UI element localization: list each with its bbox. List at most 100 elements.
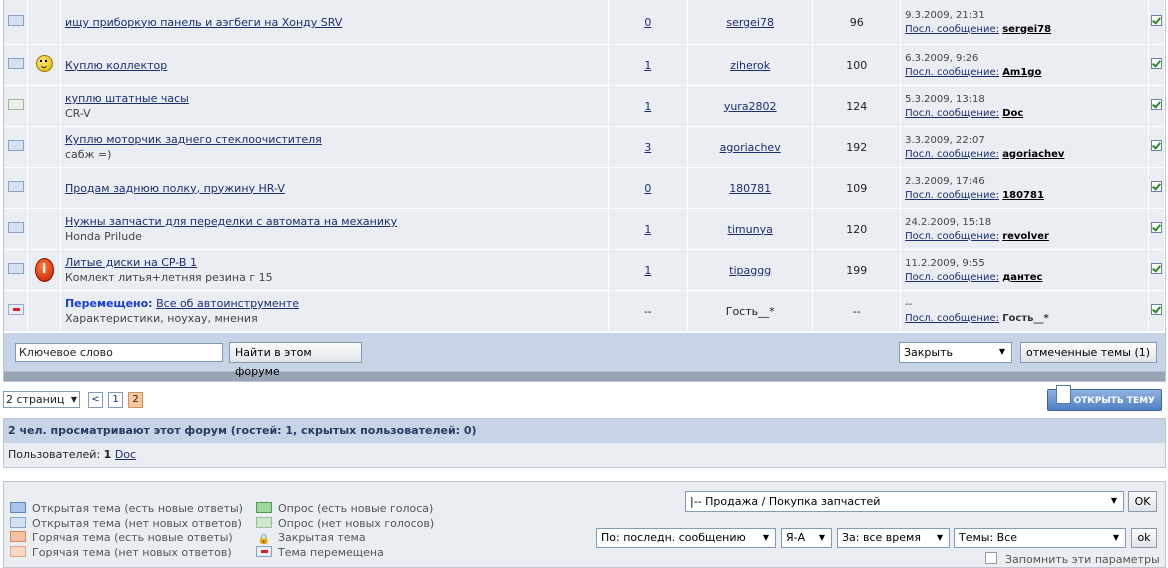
page-2-current: 2 bbox=[128, 392, 143, 408]
author-link[interactable]: timunya bbox=[728, 223, 773, 236]
forum-jump-value: |-- Продажа / Покупка запчастей bbox=[690, 495, 881, 508]
last-post-line: Посл. сообщение: 180781 bbox=[905, 190, 1144, 201]
last-post-link[interactable]: Посл. сообщение: bbox=[905, 313, 999, 324]
last-post-line: Посл. сообщение: Am1go bbox=[905, 67, 1144, 78]
last-post-date: 24.2.2009, 15:18 bbox=[905, 216, 992, 228]
new-document-icon bbox=[1056, 385, 1071, 404]
topic-icon-cell bbox=[27, 208, 61, 250]
author-link[interactable]: 180781 bbox=[729, 182, 771, 195]
topic-icon-cell bbox=[27, 167, 61, 209]
pages-dropdown[interactable]: 2 страниц ▼ bbox=[3, 391, 80, 408]
forum-jump-ok-button[interactable]: OK bbox=[1128, 491, 1157, 512]
moderation-action-value: Закрыть bbox=[904, 346, 953, 359]
replies-link[interactable]: 3 bbox=[644, 141, 651, 154]
views-cell: 109 bbox=[812, 167, 902, 209]
topic-title-cell: Продам заднюю полку, пружину HR-V bbox=[60, 167, 609, 209]
last-post-user-link[interactable]: sergei78 bbox=[1002, 24, 1051, 35]
last-post-link[interactable]: Посл. сообщение: bbox=[905, 108, 999, 119]
page-1-link[interactable]: 1 bbox=[108, 392, 123, 408]
last-post-user-link[interactable]: дантес bbox=[1002, 272, 1042, 283]
replies-link[interactable]: 1 bbox=[644, 264, 651, 277]
replies-count: -- bbox=[643, 304, 652, 318]
last-post-date: 11.2.2009, 9:55 bbox=[905, 257, 985, 269]
replies-link[interactable]: 1 bbox=[644, 100, 651, 113]
topic-select-checkbox[interactable] bbox=[1151, 15, 1163, 26]
marked-topics-button[interactable]: отмеченные темы (1) bbox=[1020, 342, 1157, 363]
author-cell: timunya bbox=[687, 208, 814, 250]
select-cell bbox=[1148, 85, 1165, 127]
topic-title-link[interactable]: Куплю моторчик заднего стеклоочистителя bbox=[65, 133, 322, 146]
replies-link[interactable]: 0 bbox=[644, 182, 651, 195]
topic-title-link[interactable]: Все об автоинструменте bbox=[156, 297, 299, 310]
topic-title-link[interactable]: Продам заднюю полку, пружину HR-V bbox=[65, 182, 285, 195]
open-topic-button[interactable]: ОТКРЫТЬ ТЕМУ bbox=[1047, 385, 1162, 411]
find-in-forum-button[interactable]: Найти в этом форуме bbox=[229, 342, 362, 378]
topic-select-checkbox[interactable] bbox=[1151, 304, 1163, 315]
last-post-link[interactable]: Посл. сообщение: bbox=[905, 149, 999, 160]
author-link[interactable]: sergei78 bbox=[726, 16, 774, 29]
period-select[interactable]: За: все время ▼ bbox=[837, 528, 950, 548]
sort-order-value: Я-А bbox=[786, 531, 806, 544]
author-link[interactable]: agoriachev bbox=[720, 141, 781, 154]
remember-params[interactable]: Запомнить эти параметры bbox=[985, 552, 1160, 566]
legend-label: Опрос (нет новых голосов) bbox=[278, 516, 435, 530]
replies-link[interactable]: 1 bbox=[644, 223, 651, 236]
topic-select-checkbox[interactable] bbox=[1151, 58, 1163, 69]
pages-dropdown-label: 2 страниц bbox=[6, 393, 65, 406]
views-cell: 96 bbox=[812, 0, 902, 45]
topic-title-link[interactable]: Нужны запчасти для переделки с автомата … bbox=[65, 215, 397, 228]
users-label: Пользователей: bbox=[8, 448, 101, 461]
author-cell: sergei78 bbox=[687, 0, 814, 45]
last-post-user-link[interactable]: agoriachev bbox=[1002, 149, 1064, 160]
topic-select-checkbox[interactable] bbox=[1151, 263, 1163, 274]
apply-filters-button[interactable]: ok bbox=[1131, 528, 1157, 548]
chevron-down-icon: ▼ bbox=[936, 533, 944, 542]
last-post-link[interactable]: Посл. сообщение: bbox=[905, 272, 999, 283]
last-post-line: Посл. сообщение: дантес bbox=[905, 272, 1144, 283]
replies-link[interactable]: 0 bbox=[644, 16, 651, 29]
active-user-link[interactable]: Doc bbox=[115, 448, 136, 461]
topic-select-checkbox[interactable] bbox=[1151, 140, 1163, 151]
topic-title-link[interactable]: ищу приборкую панель и аэгбеги на Хонду … bbox=[65, 16, 342, 29]
topic-row: Куплю коллектор 1 ziherok 100 6.3.2009, 9:26… bbox=[4, 44, 1165, 86]
topic-title-link[interactable]: Литые диски на CP-B 1 bbox=[65, 256, 197, 269]
last-post-link[interactable]: Посл. сообщение: bbox=[905, 24, 999, 35]
lock-icon: 🔒 bbox=[257, 534, 271, 545]
author-link[interactable]: yura2802 bbox=[724, 100, 777, 113]
topic-title-link[interactable]: Куплю коллектор bbox=[65, 59, 167, 72]
last-post-link[interactable]: Посл. сообщение: bbox=[905, 67, 999, 78]
last-post-user-link[interactable]: Doc bbox=[1002, 108, 1023, 119]
last-post-link[interactable]: Посл. сообщение: bbox=[905, 231, 999, 242]
topic-title-link[interactable]: куплю штатные часы bbox=[65, 92, 189, 105]
topic-row: ищу приборкую панель и аэгбеги на Хонду … bbox=[4, 0, 1165, 45]
last-post-date: 2.3.2009, 17:46 bbox=[905, 175, 985, 187]
remember-checkbox[interactable] bbox=[985, 552, 997, 564]
topic-status-cell bbox=[4, 0, 29, 45]
topic-select-checkbox[interactable] bbox=[1151, 222, 1163, 233]
topic-filter-select[interactable]: Темы: Все ▼ bbox=[954, 528, 1126, 548]
last-post-user-link[interactable]: 180781 bbox=[1002, 190, 1044, 201]
last-post-line: Посл. сообщение: agoriachev bbox=[905, 149, 1144, 160]
last-post-link[interactable]: Посл. сообщение: bbox=[905, 190, 999, 201]
poll-icon bbox=[7, 99, 24, 110]
chevron-down-icon: ▼ bbox=[762, 533, 770, 542]
select-cell bbox=[1148, 126, 1165, 168]
topic-icon-cell bbox=[27, 290, 61, 332]
poll-new-icon bbox=[256, 502, 272, 513]
author-link[interactable]: tipaggg bbox=[729, 264, 771, 277]
topic-select-checkbox[interactable] bbox=[1151, 181, 1163, 192]
sort-by-select[interactable]: По: последн. сообщению ▼ bbox=[596, 528, 776, 548]
moderation-action-select[interactable]: Закрыть ▼ bbox=[899, 342, 1012, 363]
legend-label: Открытая тема (есть новые ответы) bbox=[32, 502, 243, 515]
replies-cell: 3 bbox=[608, 126, 688, 168]
author-link[interactable]: ziherok bbox=[730, 59, 770, 72]
topic-select-checkbox[interactable] bbox=[1151, 99, 1163, 110]
forum-jump-select[interactable]: |-- Продажа / Покупка запчастей ▼ bbox=[685, 491, 1124, 512]
replies-link[interactable]: 1 bbox=[644, 59, 651, 72]
prev-page-button[interactable]: < bbox=[88, 392, 103, 408]
last-post-user-link[interactable]: revolver bbox=[1002, 231, 1049, 242]
sort-order-select[interactable]: Я-А ▼ bbox=[781, 528, 832, 548]
last-post-user-link[interactable]: Am1go bbox=[1002, 67, 1041, 78]
keyword-input[interactable]: Ключевое слово bbox=[15, 343, 223, 362]
topic-row: куплю штатные часы CR-V 1 yura2802 124 5.3.20… bbox=[4, 85, 1165, 127]
